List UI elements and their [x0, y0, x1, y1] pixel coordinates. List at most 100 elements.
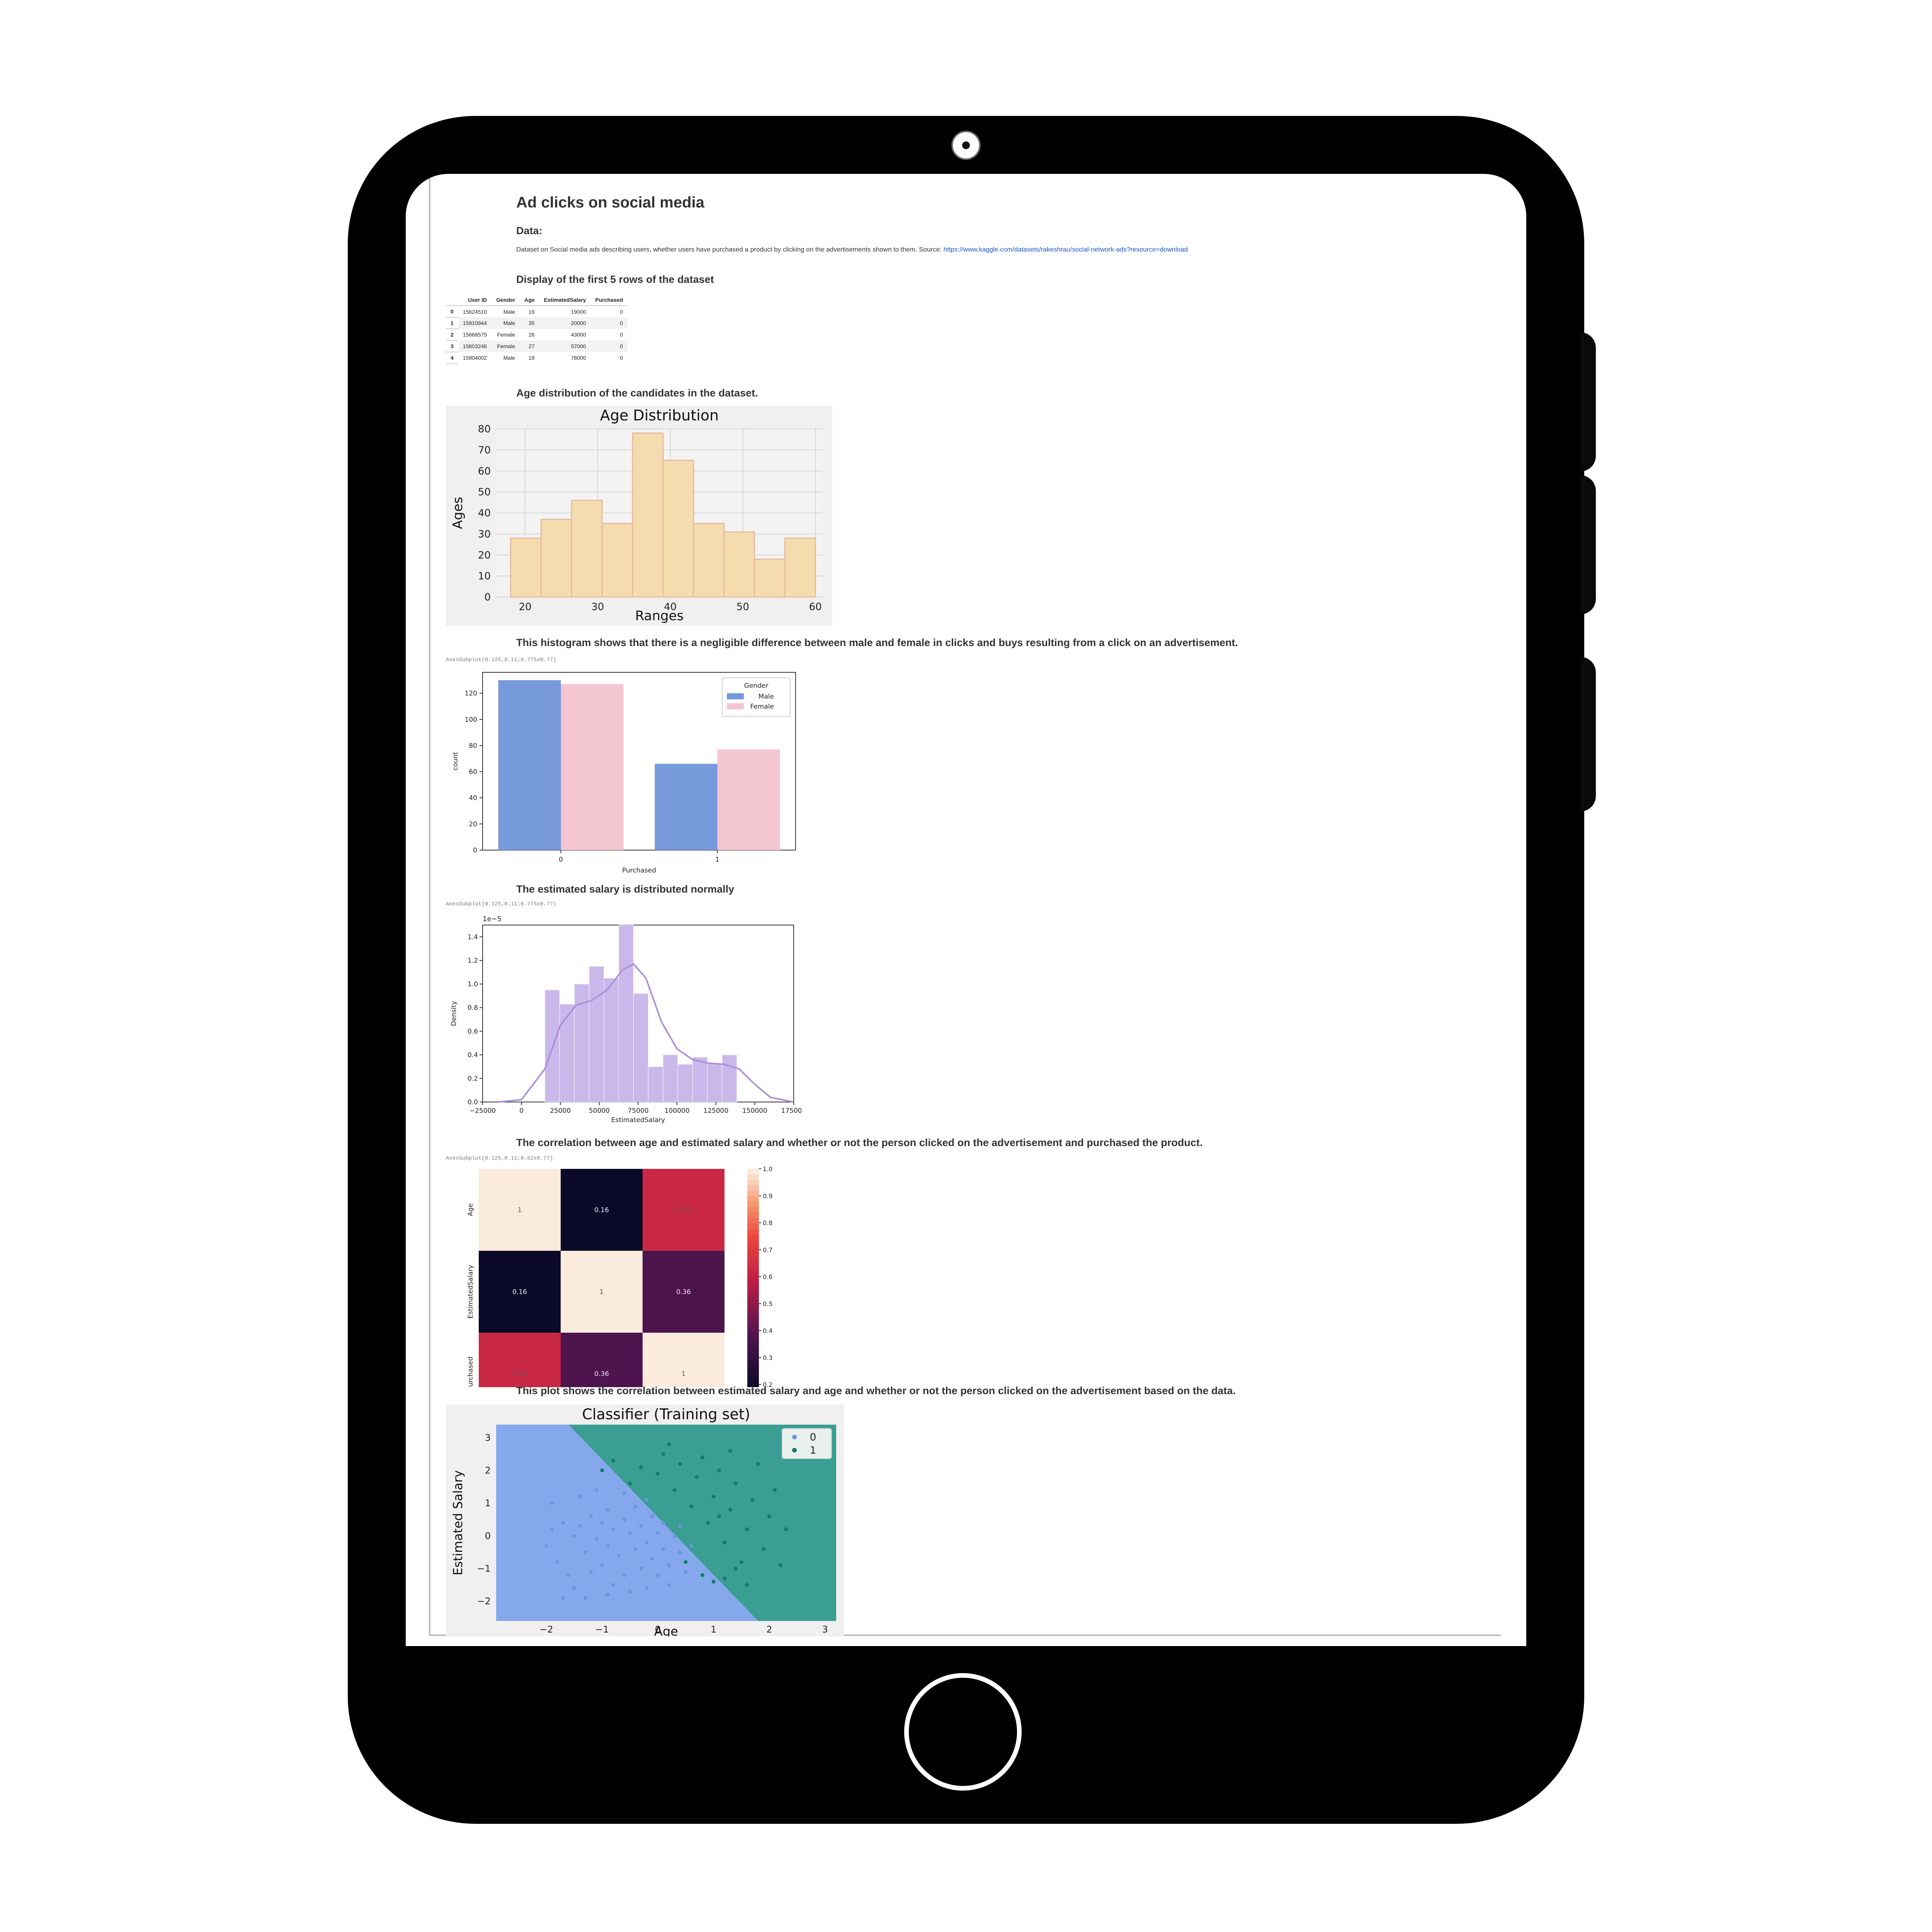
- data-point-class-1: [717, 1514, 721, 1519]
- data-point-class-0: [550, 1527, 554, 1531]
- data-point-class-0: [661, 1547, 665, 1551]
- x-tick-label: 125000: [703, 1107, 728, 1115]
- colorbar-segment: [747, 1349, 759, 1355]
- data-point-class-1: [756, 1462, 760, 1466]
- data-point-class-0: [589, 1570, 593, 1574]
- data-point-class-1: [706, 1521, 710, 1525]
- table-cell: 15804002: [463, 355, 487, 361]
- bar-female: [561, 684, 624, 850]
- data-point-class-0: [566, 1573, 571, 1577]
- data-point-class-0: [583, 1596, 587, 1600]
- classifier-heading: This plot shows the correlation between …: [516, 1385, 1236, 1396]
- table-index-cell: 1: [446, 317, 458, 329]
- colorbar-segment: [747, 1251, 759, 1257]
- legend-label: Female: [750, 703, 774, 711]
- data-point-class-0: [617, 1553, 621, 1558]
- colorbar-segment: [747, 1327, 759, 1333]
- x-tick-label: 75000: [628, 1107, 648, 1115]
- data-point-class-1: [734, 1481, 738, 1486]
- table-cell: 20000: [539, 317, 591, 329]
- y-tick-label: 40: [478, 508, 491, 519]
- x-tick-label: −1: [595, 1624, 609, 1635]
- data-point-class-1: [700, 1455, 704, 1459]
- table-row: 4 15804002 Male 19 76000 0: [446, 352, 628, 364]
- colorbar-segment: [747, 1240, 759, 1246]
- colorbar-segment: [747, 1355, 759, 1361]
- data-point-class-0: [572, 1586, 576, 1590]
- bar-male: [498, 680, 561, 850]
- histogram-bar: [589, 966, 604, 1102]
- colorbar-segment: [747, 1360, 759, 1366]
- y-tick-label: 2: [485, 1465, 491, 1476]
- data-point-class-1: [717, 1468, 721, 1473]
- colorbar-tick-label: 0.4: [763, 1327, 772, 1335]
- y-tick-label: 0.2: [468, 1075, 478, 1083]
- data-point-class-1: [600, 1468, 604, 1473]
- table-cell: 0: [590, 317, 628, 329]
- y-tick-label: 1: [485, 1498, 491, 1509]
- legend-label: 0: [810, 1432, 816, 1443]
- y-tick-label: 0: [484, 592, 491, 603]
- colorbar-segment: [747, 1262, 759, 1268]
- y-tick-label: 10: [478, 571, 491, 582]
- x-axis-label: Age: [654, 1624, 678, 1636]
- colorbar-segment: [747, 1278, 759, 1284]
- table-cell: 35: [520, 317, 539, 329]
- colorbar-segment: [747, 1300, 759, 1306]
- data-point-class-1: [695, 1475, 699, 1479]
- table-cell: 15624510: [463, 308, 487, 315]
- data-point-class-0: [678, 1550, 682, 1554]
- data-point-class-0: [561, 1521, 565, 1525]
- colorbar-segment: [747, 1272, 759, 1279]
- colorbar-segment: [747, 1316, 759, 1323]
- volume-down-button[interactable]: [1580, 475, 1596, 614]
- colorbar-segment: [747, 1311, 759, 1317]
- table-index-cell: 4: [446, 352, 458, 364]
- y-axis-label: Density: [450, 1001, 458, 1026]
- data-point-class-1: [684, 1560, 688, 1564]
- dataset-source-link[interactable]: https://www.kaggle.com/datasets/rakeshra…: [944, 246, 1188, 253]
- histogram-bar: [633, 993, 649, 1102]
- colorbar-segment: [747, 1218, 759, 1224]
- y-tick-label: 60: [478, 466, 491, 477]
- histogram-bar: [632, 432, 664, 598]
- table-cell: 19000: [571, 308, 586, 315]
- colorbar-segment: [747, 1371, 759, 1377]
- x-tick-label: −25000: [469, 1107, 496, 1115]
- data-point-class-1: [639, 1465, 643, 1469]
- colorbar-segment: [747, 1213, 759, 1219]
- data-point-class-0: [611, 1583, 615, 1587]
- colorbar-segment: [747, 1256, 759, 1262]
- colorbar-tick-label: 0.7: [763, 1246, 772, 1253]
- y-tick-label: −1: [477, 1563, 491, 1574]
- colorbar-segment: [747, 1229, 759, 1235]
- legend-box: [782, 1428, 832, 1459]
- colorbar-segment: [747, 1234, 759, 1240]
- x-axis-label: Purchased: [622, 867, 656, 873]
- correlation-heading: The correlation between age and estimate…: [516, 1137, 1203, 1148]
- y-axis-label: count: [452, 752, 459, 770]
- heatmap-cell-label: 0.16: [594, 1206, 609, 1214]
- table-cell: 57000: [539, 340, 591, 352]
- heatmap-cell-label: 0.62: [676, 1206, 691, 1214]
- data-point-class-0: [650, 1514, 654, 1519]
- y-tick-label: 20: [478, 549, 491, 561]
- heatmap-cell-label: 0.36: [594, 1370, 609, 1378]
- table-header-cell: Gender: [492, 294, 520, 306]
- histogram-bar: [559, 1004, 575, 1102]
- data-point-class-1: [773, 1488, 777, 1492]
- chart-title: Classifier (Training set): [582, 1406, 750, 1423]
- data-point-class-0: [639, 1524, 643, 1528]
- data-description: Dataset on Social media ads describing u…: [516, 246, 1188, 253]
- y-tick-label: Purchased: [467, 1357, 474, 1387]
- colorbar-segment: [747, 1185, 759, 1191]
- colorbar-segment: [747, 1338, 759, 1344]
- histogram-bar: [707, 1063, 723, 1102]
- power-button[interactable]: [1580, 657, 1596, 811]
- table-cell: 0: [620, 332, 623, 338]
- home-button[interactable]: [904, 1673, 1022, 1791]
- volume-up-button[interactable]: [1580, 332, 1596, 471]
- histogram-bar: [540, 519, 572, 598]
- histogram-bar: [692, 1057, 708, 1102]
- histogram-bar: [648, 1066, 663, 1102]
